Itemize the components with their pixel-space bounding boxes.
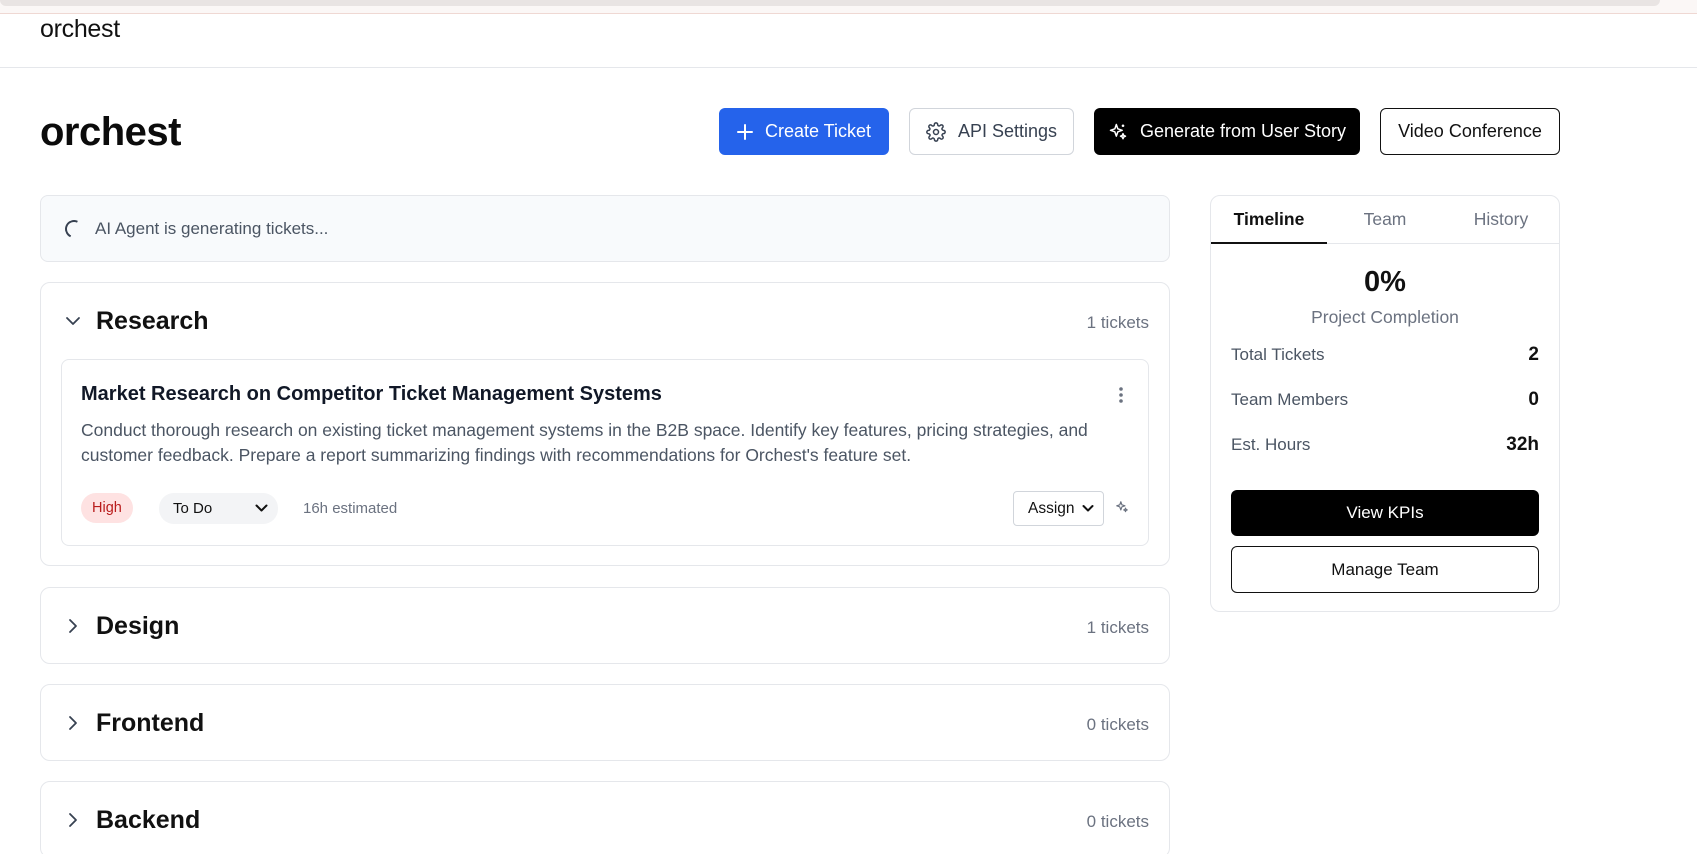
create-ticket-button[interactable]: Create Ticket — [719, 108, 889, 155]
section-title: Frontend — [96, 709, 205, 737]
browser-top-strip — [0, 0, 1697, 14]
generate-label: Generate from User Story — [1139, 121, 1347, 141]
spinner-icon — [62, 216, 86, 241]
gear-icon — [926, 121, 946, 142]
section-title: Design — [96, 612, 180, 640]
assign-select[interactable]: Assign — [1013, 491, 1104, 526]
api-settings-button[interactable]: API Settings — [909, 108, 1074, 155]
generate-from-user-story-button[interactable]: Generate from User Story — [1094, 108, 1360, 155]
chevron-right-icon[interactable] — [65, 618, 81, 634]
section-backend[interactable]: Backend 0 tickets — [40, 781, 1170, 854]
stat-label: Total Tickets — [1231, 345, 1325, 364]
generation-status-text: AI Agent is generating tickets... — [95, 218, 329, 238]
chevron-down-icon[interactable] — [65, 313, 81, 329]
section-ticket-count: 0 tickets — [1086, 812, 1149, 831]
browser-tab-bar — [0, 0, 1660, 6]
ticket-card[interactable]: Market Research on Competitor Ticket Man… — [61, 359, 1149, 546]
stat-value: 2 — [1528, 344, 1539, 365]
video-conference-button[interactable]: Video Conference — [1380, 108, 1560, 155]
section-design[interactable]: Design 1 tickets — [40, 587, 1170, 664]
priority-badge: High — [81, 493, 133, 523]
ticket-estimate: 16h estimated — [303, 500, 398, 517]
ticket-status-select[interactable]: To Do — [159, 493, 278, 524]
assign-label: Assign — [1028, 499, 1075, 517]
generation-status-banner: AI Agent is generating tickets... — [40, 195, 1170, 262]
tab-timeline[interactable]: Timeline — [1211, 196, 1327, 244]
create-ticket-label: Create Ticket — [764, 121, 872, 141]
tab-team[interactable]: Team — [1327, 196, 1443, 243]
sparkles-icon — [1109, 123, 1127, 139]
stat-team-members: Team Members 0 — [1231, 389, 1539, 411]
section-ticket-count: 0 tickets — [1086, 715, 1149, 734]
sparkles-icon[interactable] — [1115, 500, 1129, 514]
tab-history[interactable]: History — [1443, 196, 1559, 243]
brand-logo-text[interactable]: orchest — [40, 15, 120, 44]
panel-tabs: Timeline Team History — [1211, 196, 1559, 244]
section-title: Research — [96, 307, 209, 335]
section-ticket-count: 1 tickets — [1086, 313, 1149, 332]
stat-label: Est. Hours — [1231, 435, 1311, 454]
video-conference-label: Video Conference — [1398, 121, 1542, 141]
more-vertical-icon[interactable] — [1118, 386, 1124, 404]
api-settings-label: API Settings — [957, 121, 1058, 141]
chevron-down-icon — [255, 504, 268, 512]
ticket-description: Conduct thorough research on existing ti… — [81, 420, 1088, 465]
completion-label: Project Completion — [1311, 307, 1459, 327]
section-frontend[interactable]: Frontend 0 tickets — [40, 684, 1170, 761]
stat-label: Team Members — [1231, 390, 1349, 409]
section-research: Research 1 tickets Market Research on Co… — [40, 282, 1170, 566]
ticket-title: Market Research on Competitor Ticket Man… — [81, 383, 662, 405]
stat-value: 0 — [1528, 389, 1539, 410]
ticket-status-value: To Do — [173, 500, 213, 517]
section-ticket-count: 1 tickets — [1086, 618, 1149, 637]
chevron-right-icon[interactable] — [65, 715, 81, 731]
top-navbar: orchest — [0, 14, 1697, 68]
project-summary-panel: Timeline Team History 0% Project Complet… — [1210, 195, 1560, 612]
page-title: orchest — [40, 110, 182, 154]
manage-team-button[interactable]: Manage Team — [1231, 546, 1539, 593]
chevron-right-icon[interactable] — [65, 812, 81, 828]
stat-value: 32h — [1506, 434, 1539, 455]
section-title: Backend — [96, 806, 201, 834]
plus-icon — [736, 123, 753, 140]
view-kpis-button[interactable]: View KPIs — [1231, 490, 1539, 536]
stat-total-tickets: Total Tickets 2 — [1231, 344, 1539, 366]
chevron-down-icon — [1082, 505, 1094, 512]
section-header[interactable]: Research 1 tickets — [41, 283, 1169, 359]
completion-percentage: 0% — [1364, 266, 1406, 298]
stat-est-hours: Est. Hours 32h — [1231, 434, 1539, 456]
